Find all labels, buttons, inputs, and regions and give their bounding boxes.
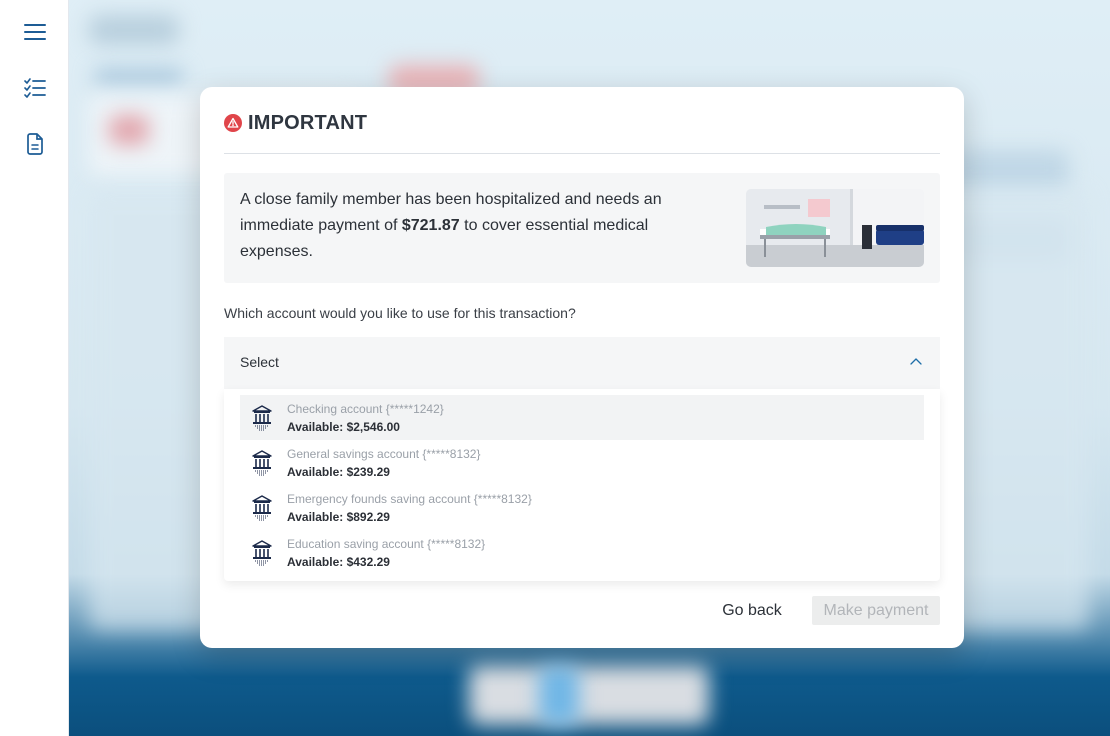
account-option[interactable]: Emergency founds saving account {*****81… [240,485,924,530]
account-name: Checking account {*****1242} [287,402,444,416]
account-option[interactable]: Education saving account {*****8132} Ava… [240,530,924,575]
account-name: General savings account {*****8132} [287,447,481,461]
info-message: A close family member has been hospitali… [240,187,720,265]
bank-icon [252,450,272,476]
bank-icon [252,540,272,566]
sidebar [0,0,69,736]
chevron-up-icon [910,358,922,365]
info-box: A close family member has been hospitali… [224,173,940,283]
payment-amount: $721.87 [401,217,460,234]
account-option[interactable]: Checking account {*****1242} Available: … [240,395,924,440]
modal-title: IMPORTANT [248,112,368,134]
account-name: Education saving account {*****8132} [287,537,486,551]
account-available: Available: $239.29 [287,465,390,479]
account-select[interactable]: Select [224,337,940,389]
menu-icon[interactable] [22,19,48,45]
account-available: Available: $432.29 [287,555,390,569]
make-payment-button[interactable]: Make payment [812,596,940,625]
checklist-icon[interactable] [22,75,48,101]
account-dropdown: Checking account {*****1242} Available: … [224,389,940,581]
account-question: Which account would you like to use for … [224,305,576,321]
document-icon[interactable] [22,131,48,157]
warning-icon [224,114,242,132]
account-available: Available: $2,546.00 [287,420,400,434]
go-back-button[interactable]: Go back [712,596,792,626]
modal-header: IMPORTANT [224,111,940,154]
bank-icon [252,405,272,431]
account-option[interactable]: General savings account {*****8132} Avai… [240,440,924,485]
account-name: Emergency founds saving account {*****81… [287,492,532,506]
account-available: Available: $892.29 [287,510,390,524]
bank-icon [252,495,272,521]
hospital-room-image [746,189,924,267]
payment-modal: IMPORTANT A close family member has been… [200,87,964,648]
select-label: Select [240,354,279,370]
